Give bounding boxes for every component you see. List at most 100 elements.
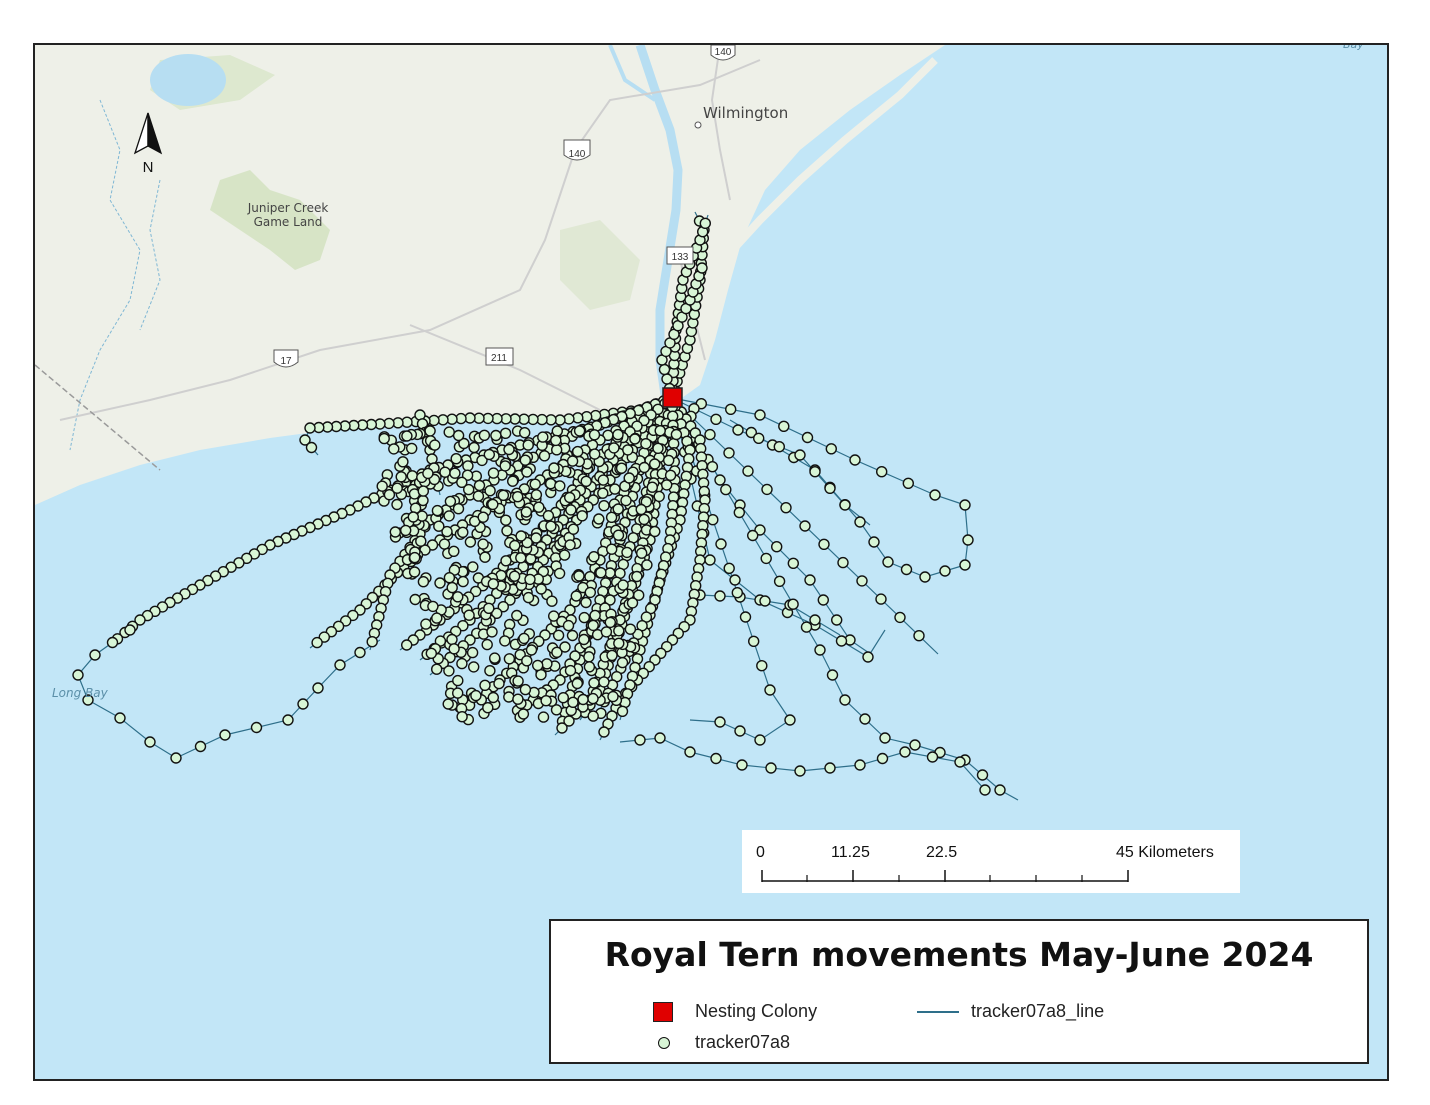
track-point [378,432,390,445]
track-point [434,577,446,589]
track-point [426,453,438,465]
track-point [787,557,799,569]
track-point [573,425,586,437]
track-point [913,630,925,642]
track-point [624,623,637,635]
track-point [979,784,991,796]
track-point [524,573,536,586]
track-point [784,714,796,726]
track-point [854,759,866,771]
track-point [616,705,629,717]
track-point [824,482,836,494]
track-point [483,602,495,614]
track-point [564,664,577,677]
track-point [876,752,889,765]
track-point [729,574,741,586]
track-point [606,649,618,662]
track-point [483,448,495,461]
track-point [583,661,596,673]
track-point [720,483,732,496]
track-point [725,403,737,415]
track-point [564,539,576,551]
track-point [875,593,887,605]
track-point [754,409,766,421]
track-point [909,739,921,751]
svg-text:17: 17 [280,356,292,367]
track-point [609,483,621,495]
track-point [929,489,941,501]
track-point [409,593,421,606]
track-point [567,696,579,708]
track-point [605,511,618,523]
track-point [521,466,533,478]
track-point [532,659,544,672]
track-point [566,455,579,467]
track-point [854,516,866,528]
track-point [954,756,966,768]
track-point [297,698,309,710]
track-point [517,708,530,720]
track-point [894,611,906,624]
track-point [452,591,464,603]
track-point [499,460,511,472]
track-point [415,535,427,547]
track-point [794,449,806,461]
track-point [809,466,821,478]
track-point [250,721,263,734]
track-point [452,674,464,687]
track-point [305,441,318,454]
track-point [800,621,813,633]
track-point [450,453,462,465]
track-point [425,647,437,659]
track-point [849,454,861,466]
track-point [486,626,498,638]
track-point [771,541,783,553]
track-point [512,491,524,503]
track-point [962,534,974,546]
track-point [567,523,580,535]
track-point [484,485,496,497]
track-point [508,570,521,582]
track-point [457,526,469,538]
track-point [649,525,661,538]
track-point [535,669,547,681]
track-point [899,746,911,758]
track-point [537,431,549,443]
track-point [401,639,413,651]
track-point [444,495,457,508]
game-land-label: Game Land [254,215,323,229]
track-point [587,692,599,705]
interstate-shield: 140 [563,139,591,161]
track-point [661,479,673,491]
track-point [629,433,641,445]
track-point [124,624,136,636]
track-point [389,526,401,538]
track-point [824,762,836,774]
track-point [376,480,388,492]
track-point [616,656,629,669]
track-point [464,536,477,548]
track-point [457,575,469,588]
track-point [636,547,648,559]
track-point [839,499,851,511]
track-point [578,633,590,646]
track-point [522,439,534,451]
track-point [511,609,523,622]
track-point [658,363,671,376]
track-point [723,562,735,574]
track-point [170,752,182,764]
track-point [529,478,541,490]
track-point [809,614,821,626]
track-point [570,590,582,602]
track-point [565,504,577,516]
track-point [882,556,894,568]
nesting-colony-marker[interactable] [662,387,683,408]
track-point [512,675,524,687]
track-point [468,441,480,454]
track-point [433,520,445,532]
track-point [598,500,610,512]
track-point [519,454,531,466]
long-bay-label: Long Bay [52,686,109,700]
track-point [487,691,499,704]
track-point [714,716,726,728]
